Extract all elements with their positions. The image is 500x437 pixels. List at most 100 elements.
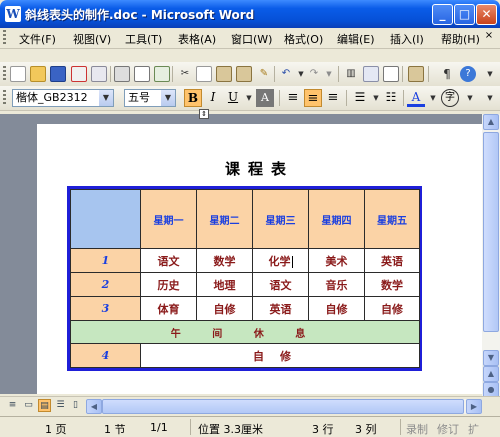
header-cell[interactable]: 星期二 bbox=[196, 189, 253, 249]
email-icon[interactable] bbox=[91, 66, 107, 82]
vertical-scrollbar[interactable]: ▲ ▼ ▲ ● bbox=[482, 114, 500, 398]
period-number-cell[interactable]: 2 bbox=[70, 272, 141, 297]
self-study-cell[interactable]: 自修 bbox=[140, 343, 420, 368]
align-right-icon[interactable]: ≡ bbox=[324, 89, 342, 107]
diagonal-header-cell[interactable] bbox=[70, 189, 141, 249]
enclosed-dropdown-icon[interactable]: ▼ bbox=[462, 90, 478, 106]
menu-help[interactable]: 帮助(H) bbox=[441, 31, 480, 47]
toolbar-options-icon[interactable]: ▼ bbox=[482, 66, 498, 82]
header-cell[interactable]: 星期三 bbox=[252, 189, 309, 249]
bold-button[interactable]: B bbox=[184, 89, 202, 107]
previous-page-icon[interactable]: ▲ bbox=[483, 366, 499, 382]
underline-button[interactable]: U bbox=[224, 89, 242, 107]
open-folder-icon[interactable] bbox=[30, 66, 46, 82]
toolbar-grip[interactable] bbox=[3, 66, 6, 82]
table-cell[interactable]: 历史 bbox=[140, 272, 197, 297]
title-bar[interactable]: W 斜线表头的制作.doc - Microsoft Word _ □ ✕ bbox=[0, 0, 500, 28]
table-cell[interactable]: 语文 bbox=[252, 272, 309, 297]
close-button[interactable]: ✕ bbox=[476, 4, 497, 25]
document-page[interactable]: 课程表 星期一 星期二 星期三 星期四 星期五 1 语文 数学 化学 美术 英语… bbox=[37, 124, 482, 394]
status-track-changes[interactable]: 修订 bbox=[437, 421, 459, 437]
table-cell[interactable]: 体育 bbox=[140, 296, 197, 321]
print-icon[interactable] bbox=[114, 66, 130, 82]
menu-insert[interactable]: 插入(I) bbox=[390, 31, 424, 47]
toolbar-grip[interactable] bbox=[3, 90, 6, 106]
research-icon[interactable] bbox=[236, 66, 252, 82]
format-painter-icon[interactable]: ✎ bbox=[256, 66, 272, 82]
status-record[interactable]: 录制 bbox=[406, 421, 428, 437]
table-cell[interactable]: 英语 bbox=[364, 248, 420, 273]
vertical-scroll-thumb[interactable] bbox=[483, 132, 499, 332]
word-app-icon[interactable]: W bbox=[5, 6, 21, 22]
status-extend[interactable]: 扩 bbox=[468, 421, 479, 437]
paste-icon[interactable] bbox=[216, 66, 232, 82]
table-cell[interactable]: 数学 bbox=[196, 248, 253, 273]
numbering-icon[interactable]: ☷ bbox=[382, 89, 400, 107]
italic-button[interactable]: I bbox=[204, 89, 222, 107]
align-center-icon[interactable]: ≡ bbox=[304, 89, 322, 107]
document-map-icon[interactable] bbox=[408, 66, 424, 82]
underline-dropdown-icon[interactable]: ▼ bbox=[241, 90, 257, 106]
maximize-button[interactable]: □ bbox=[454, 4, 475, 25]
undo-icon[interactable]: ↶ bbox=[278, 66, 294, 82]
insert-excel-icon[interactable] bbox=[363, 66, 379, 82]
menu-view[interactable]: 视图(V) bbox=[73, 31, 111, 47]
menu-window[interactable]: 窗口(W) bbox=[231, 31, 272, 47]
columns-icon[interactable]: ▥ bbox=[343, 66, 359, 82]
redo-icon[interactable]: ↷ bbox=[306, 66, 322, 82]
copy-icon[interactable] bbox=[196, 66, 212, 82]
lunch-break-cell[interactable]: 午 间 休 息 bbox=[70, 320, 420, 344]
menu-table[interactable]: 表格(A) bbox=[178, 31, 216, 47]
show-formatting-icon[interactable]: ¶ bbox=[439, 66, 455, 82]
scroll-down-icon[interactable]: ▼ bbox=[483, 350, 499, 366]
table-cell[interactable]: 音乐 bbox=[308, 272, 365, 297]
redo-dropdown-icon[interactable]: ▼ bbox=[321, 66, 337, 82]
enclosed-character-button[interactable]: 字 bbox=[441, 89, 459, 107]
chevron-down-icon[interactable]: ▼ bbox=[99, 90, 113, 106]
document-area[interactable]: 课程表 星期一 星期二 星期三 星期四 星期五 1 语文 数学 化学 美术 英语… bbox=[0, 114, 482, 394]
toolbar-options-icon[interactable]: ▼ bbox=[482, 90, 498, 106]
font-size-combo[interactable]: 五号 ▼ bbox=[124, 89, 176, 107]
horizontal-scrollbar[interactable]: ◀ ▶ bbox=[86, 399, 482, 414]
close-document-icon[interactable]: × bbox=[482, 30, 496, 44]
table-cell[interactable]: 数学 bbox=[364, 272, 420, 297]
menu-edit[interactable]: 编辑(E) bbox=[337, 31, 375, 47]
print-preview-icon[interactable] bbox=[134, 66, 150, 82]
table-cell[interactable]: 自修 bbox=[196, 296, 253, 321]
help-icon[interactable]: ? bbox=[460, 66, 476, 82]
print-layout-icon[interactable]: ▤ bbox=[38, 399, 51, 412]
web-layout-icon[interactable]: ▭ bbox=[22, 399, 35, 412]
line-spacing-icon[interactable]: ☰ bbox=[351, 89, 369, 107]
scroll-right-icon[interactable]: ▶ bbox=[466, 399, 482, 414]
cut-icon[interactable]: ✂ bbox=[177, 66, 193, 82]
menu-tools[interactable]: 工具(T) bbox=[125, 31, 162, 47]
timetable[interactable]: 星期一 星期二 星期三 星期四 星期五 1 语文 数学 化学 美术 英语 2 历… bbox=[70, 189, 420, 368]
save-icon[interactable] bbox=[50, 66, 66, 82]
menu-file[interactable]: 文件(F) bbox=[19, 31, 56, 47]
table-cell-with-cursor[interactable]: 化学 bbox=[252, 248, 309, 273]
scroll-up-icon[interactable]: ▲ bbox=[483, 114, 499, 130]
period-number-cell[interactable]: 1 bbox=[70, 248, 141, 273]
align-left-icon[interactable]: ≡ bbox=[284, 89, 302, 107]
normal-view-icon[interactable]: ≡ bbox=[6, 399, 19, 412]
table-cell[interactable]: 英语 bbox=[252, 296, 309, 321]
header-cell[interactable]: 星期一 bbox=[140, 189, 197, 249]
font-color-button[interactable]: A bbox=[407, 89, 425, 107]
permission-icon[interactable] bbox=[71, 66, 87, 82]
menu-format[interactable]: 格式(O) bbox=[284, 31, 323, 47]
spelling-icon[interactable] bbox=[154, 66, 170, 82]
menu-grip[interactable] bbox=[3, 30, 6, 46]
outline-view-icon[interactable]: ☰ bbox=[54, 399, 67, 412]
scroll-left-icon[interactable]: ◀ bbox=[86, 399, 102, 414]
table-cell[interactable]: 自修 bbox=[364, 296, 420, 321]
table-cell[interactable]: 地理 bbox=[196, 272, 253, 297]
table-move-handle-icon[interactable]: ⇕ bbox=[199, 109, 209, 119]
minimize-button[interactable]: _ bbox=[432, 4, 453, 25]
horizontal-scroll-thumb[interactable] bbox=[102, 399, 464, 414]
font-color-dropdown-icon[interactable]: ▼ bbox=[425, 90, 441, 106]
table-cell[interactable]: 美术 bbox=[308, 248, 365, 273]
character-shading-button[interactable]: A bbox=[256, 89, 274, 107]
header-cell[interactable]: 星期四 bbox=[308, 189, 365, 249]
insert-table-icon[interactable] bbox=[383, 66, 399, 82]
table-cell[interactable]: 语文 bbox=[140, 248, 197, 273]
